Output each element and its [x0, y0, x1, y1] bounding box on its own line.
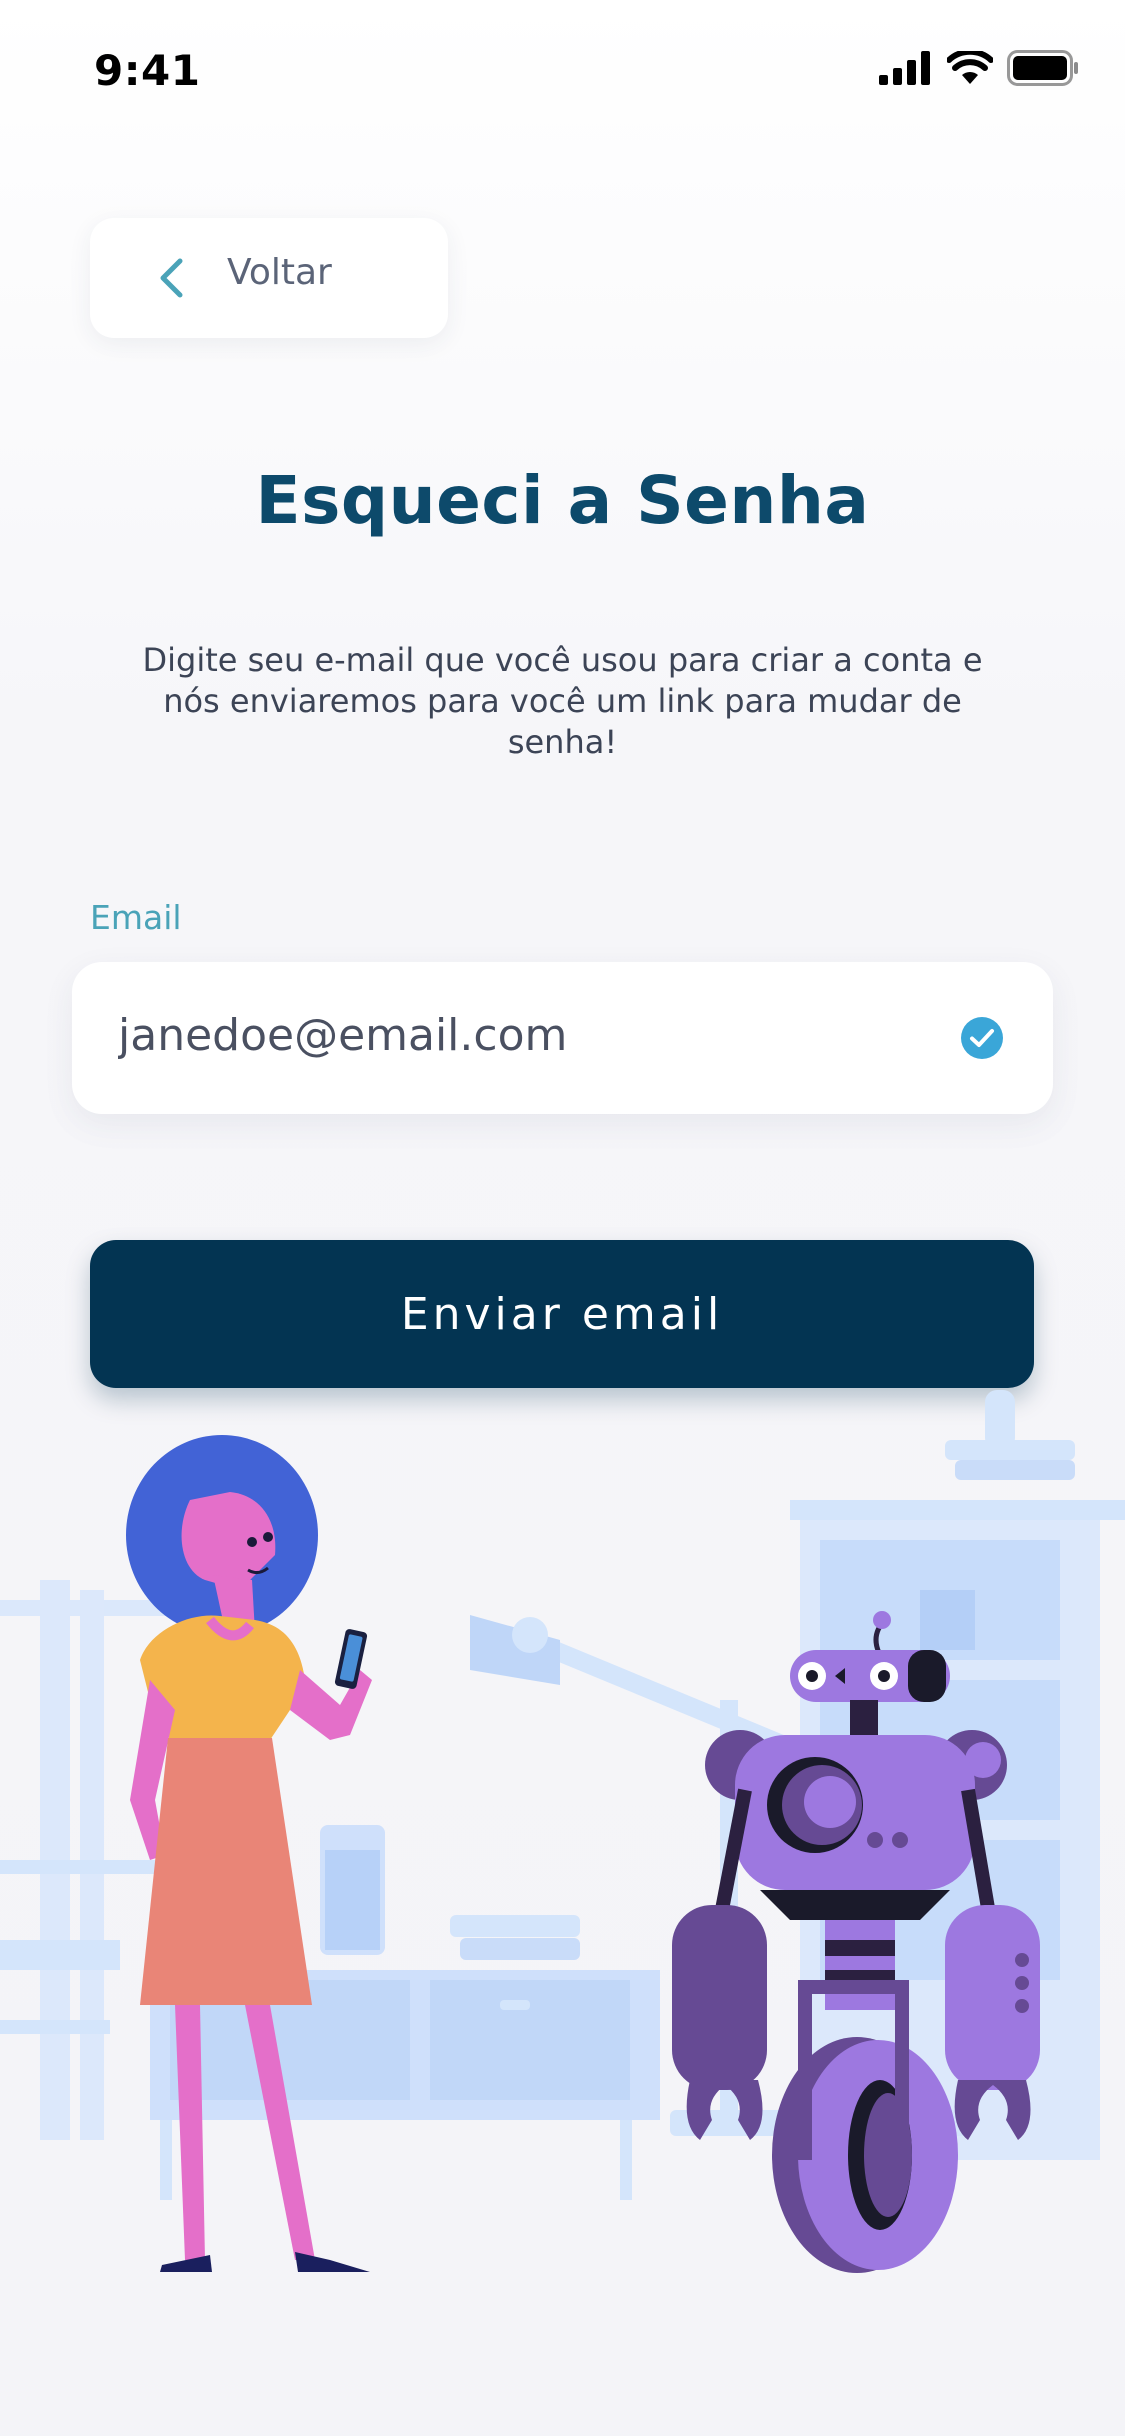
page-title: Esqueci a Senha [255, 462, 870, 539]
status-time: 9:41 [94, 46, 201, 95]
woman-and-robot-illustration [0, 1390, 1125, 2273]
page-description: Digite seu e-mail que você usou para cri… [142, 641, 983, 761]
cellular-signal-icon [879, 51, 930, 85]
battery-icon [1007, 50, 1078, 86]
send-email-button[interactable]: Enviar email [90, 1240, 1034, 1388]
email-field[interactable] [72, 962, 1053, 1114]
email-input[interactable] [118, 1010, 938, 1061]
email-label: Email [90, 898, 182, 937]
wifi-icon [947, 51, 993, 84]
back-button[interactable]: Voltar [90, 218, 448, 338]
back-label: Voltar [227, 252, 332, 293]
status-bar: 9:41 [0, 0, 1125, 140]
chevron-left-icon [160, 258, 183, 298]
status-icons [879, 50, 1079, 86]
check-circle-icon [961, 1017, 1003, 1059]
